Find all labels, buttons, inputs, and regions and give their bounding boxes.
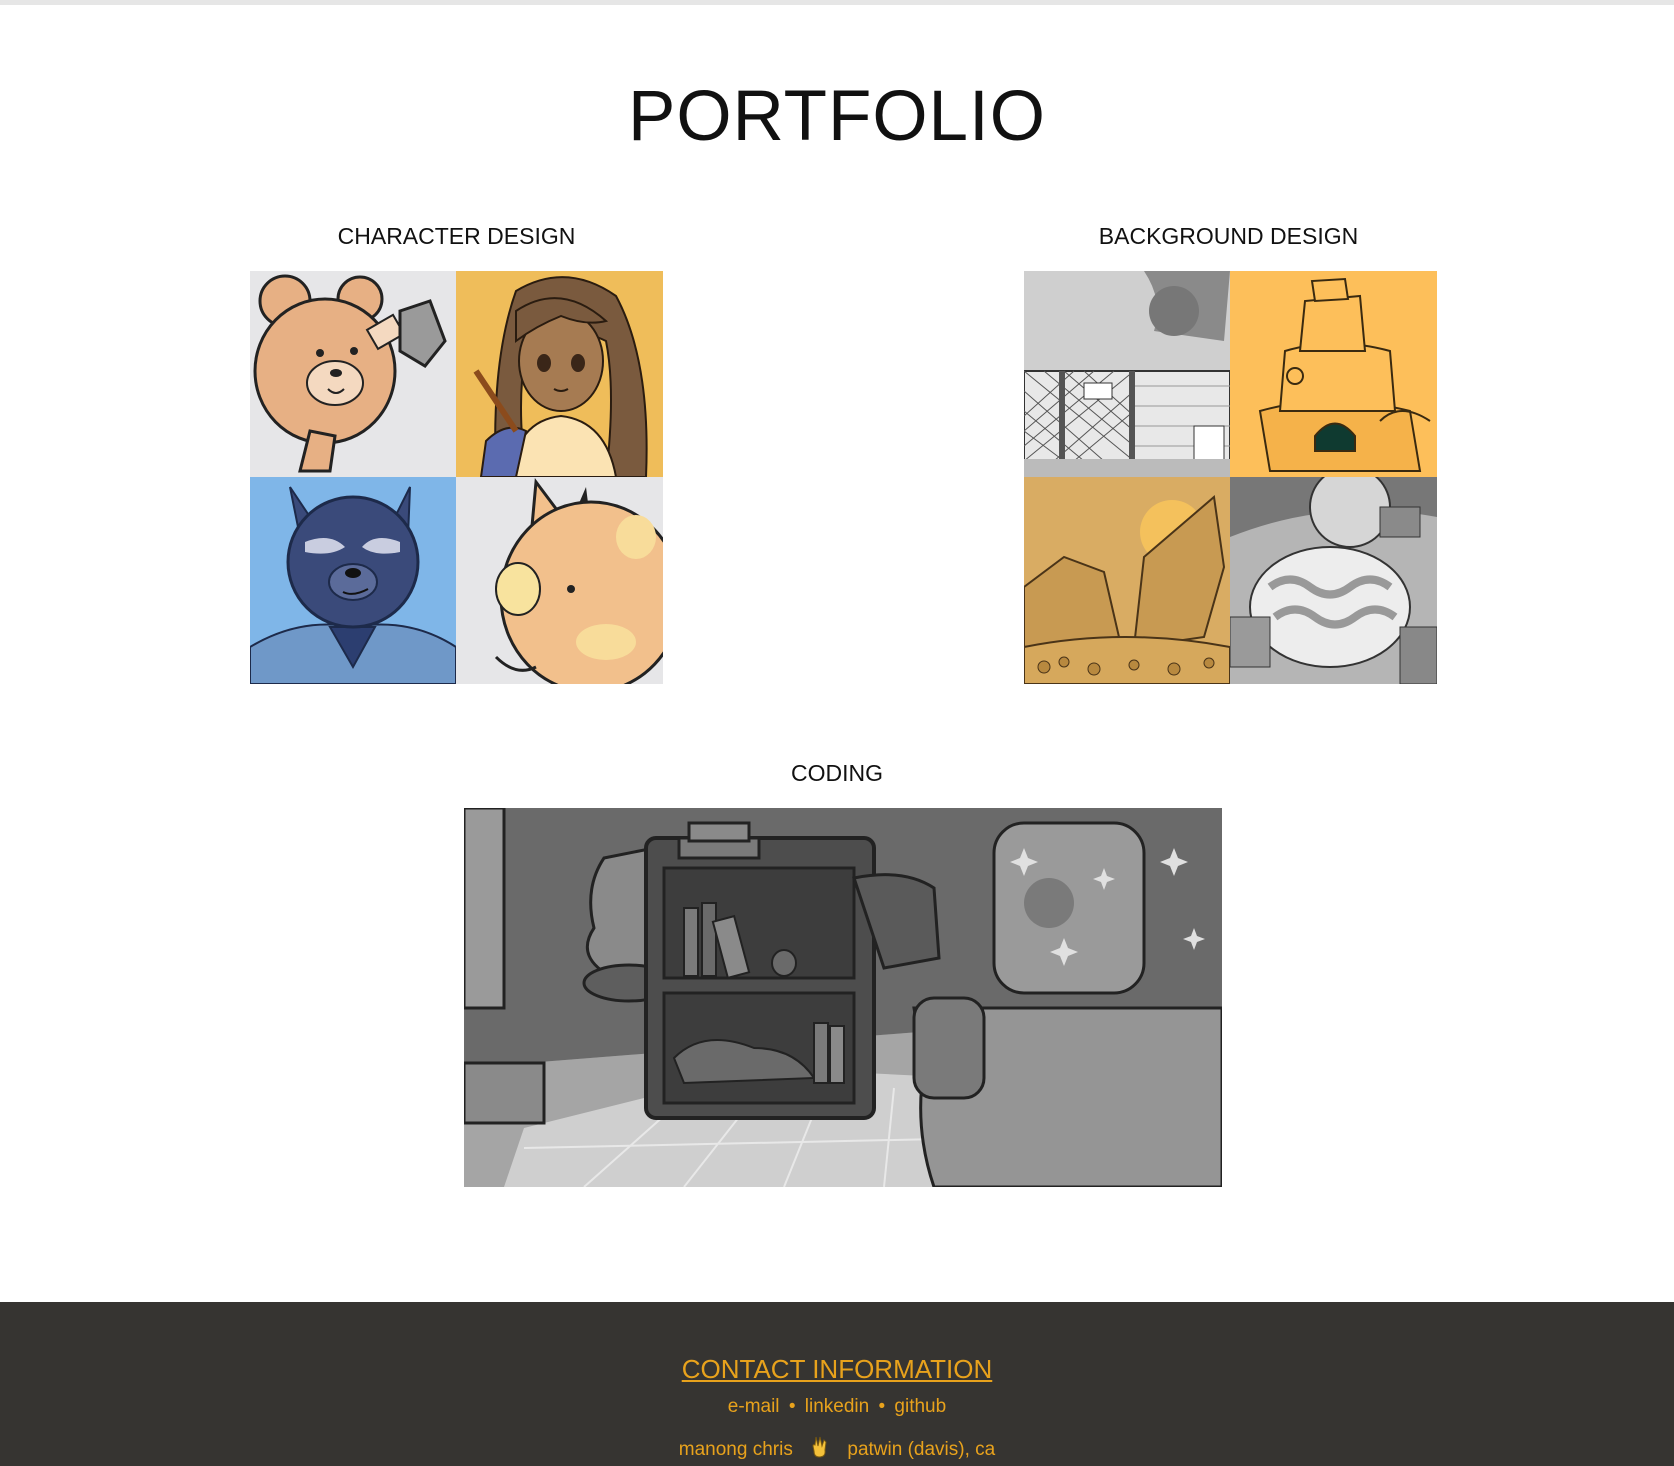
background-desert-thumbnail[interactable] [1024,477,1230,684]
link-separator: • [788,1396,796,1417]
character-raccoon-thumbnail[interactable] [250,477,456,684]
section-title-character-design: CHARACTER DESIGN [337,223,576,249]
linkedin-link[interactable]: linkedin [805,1396,869,1417]
link-separator: • [878,1396,886,1417]
github-link[interactable]: github [894,1396,946,1417]
signature: manong chris patwin (davis), ca [0,1436,1674,1464]
signature-name: manong chris [678,1439,793,1460]
character-design-gallery[interactable] [250,271,663,684]
email-link[interactable]: e-mail [728,1396,780,1417]
page-title: PORTFOLIO [628,77,1046,156]
signature-location: patwin (davis), ca [847,1439,996,1460]
contact-links: e-mail • linkedin • github [0,1396,1674,1418]
victory-hand-icon [810,1436,830,1464]
background-fence-thumbnail[interactable] [1024,271,1230,477]
contact-heading: CONTACT INFORMATION [681,1354,993,1384]
section-title-coding: CODING [791,760,883,786]
coding-room-illustration[interactable] [464,808,1222,1187]
footer: CONTACT INFORMATION e-mail • linkedin • … [0,1302,1674,1466]
character-bear-thumbnail[interactable] [250,271,456,477]
section-title-background-design: BACKGROUND DESIGN [1098,223,1359,249]
background-castle-thumbnail[interactable] [1230,271,1437,477]
character-cat-thumbnail[interactable] [456,477,663,684]
background-room-thumbnail[interactable] [1230,477,1437,684]
top-border [0,0,1674,5]
character-girl-thumbnail[interactable] [456,271,663,477]
background-design-gallery[interactable] [1024,271,1437,684]
